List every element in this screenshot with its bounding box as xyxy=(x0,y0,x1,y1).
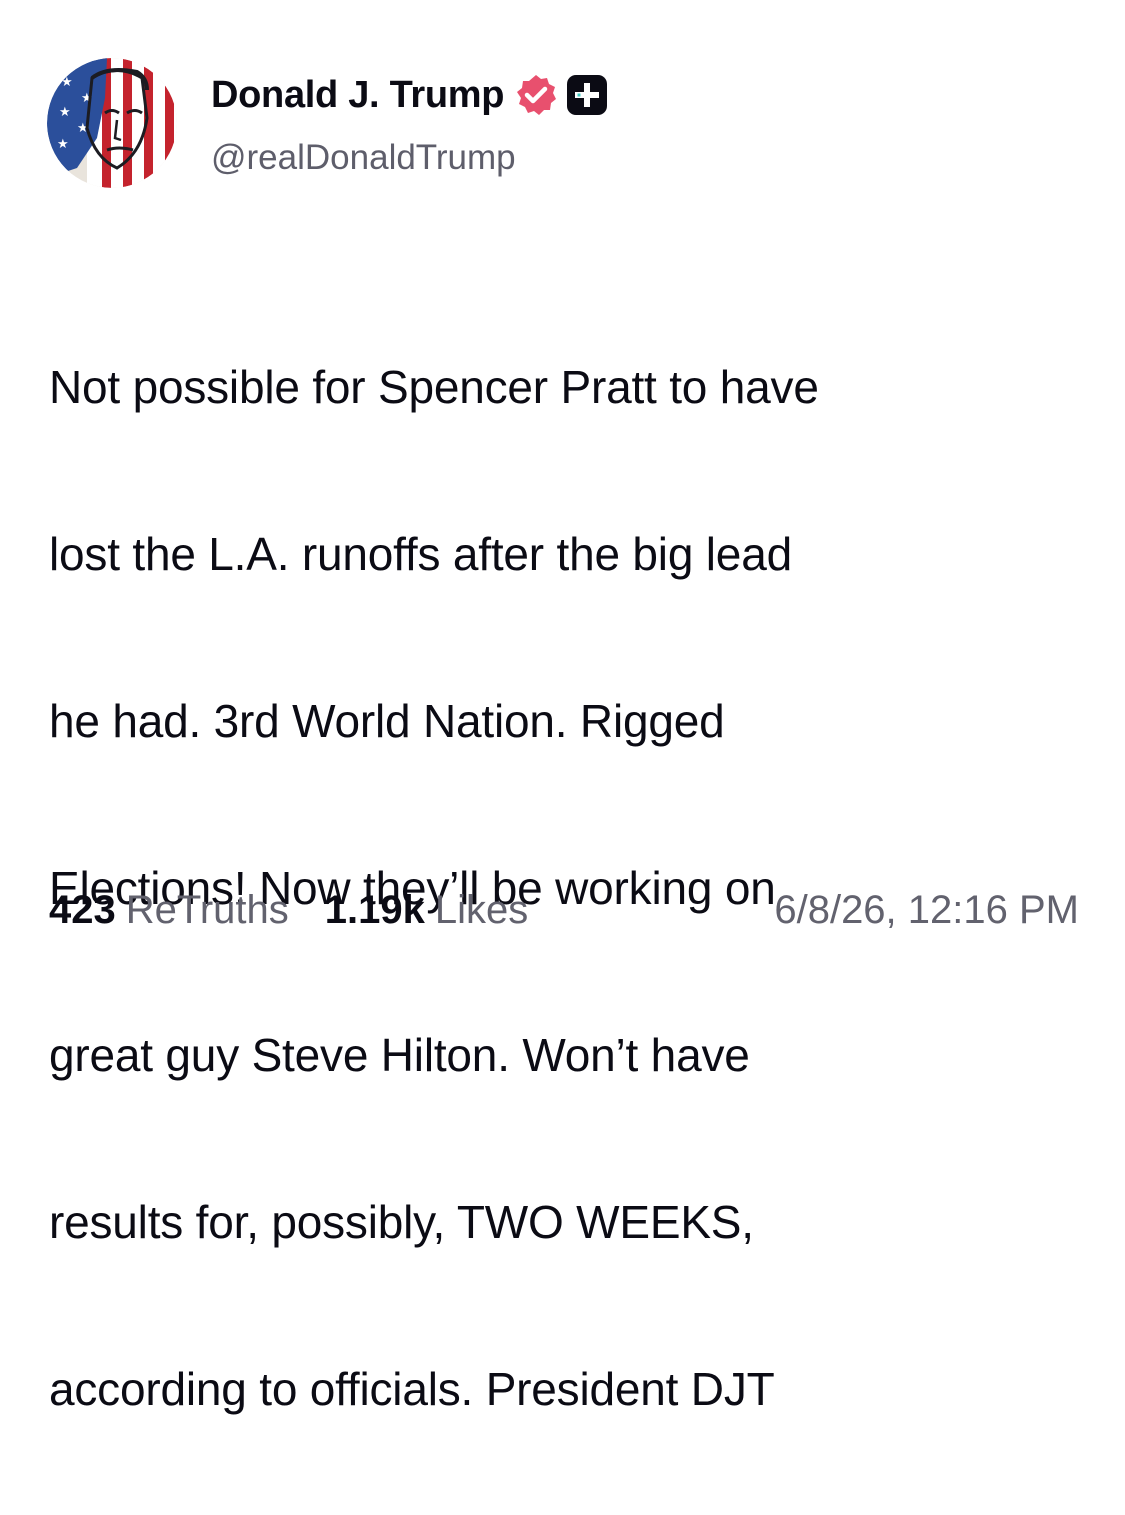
post-line: Not possible for Spencer Pratt to have xyxy=(49,360,819,413)
retruths-label: ReTruths xyxy=(125,887,289,932)
avatar[interactable]: ★ ★ ★ ★ ★ xyxy=(47,58,177,188)
svg-text:★: ★ xyxy=(57,137,69,152)
author-name-row: Donald J. Trump xyxy=(211,70,608,120)
plus-badge-icon xyxy=(566,74,608,116)
post-line: results for, possibly, TWO WEEKS, xyxy=(49,1195,754,1248)
post-stats: 423 ReTruths 1.19k Likes 6/8/26, 12:16 P… xyxy=(49,880,1079,940)
retruths-stat[interactable]: 423 ReTruths xyxy=(49,888,289,933)
post-line: according to officials. President DJT xyxy=(49,1362,775,1415)
post-timestamp[interactable]: 6/8/26, 12:16 PM xyxy=(774,888,1079,933)
likes-stat[interactable]: 1.19k Likes xyxy=(325,888,529,933)
svg-text:★: ★ xyxy=(59,105,71,120)
likes-count: 1.19k xyxy=(324,887,425,932)
likes-label: Likes xyxy=(434,887,529,932)
retruths-count: 423 xyxy=(49,887,116,932)
post-line: he had. 3rd World Nation. Rigged xyxy=(49,694,725,747)
author-display-name[interactable]: Donald J. Trump xyxy=(211,74,505,117)
post-line: great guy Steve Hilton. Won’t have xyxy=(49,1028,750,1081)
svg-text:★: ★ xyxy=(61,75,73,90)
author-handle[interactable]: @realDonaldTrump xyxy=(211,138,516,178)
verified-badge-icon xyxy=(514,73,558,117)
post-card: ★ ★ ★ ★ ★ Donald J. Trump @realDonaldTru… xyxy=(0,0,1125,1415)
avatar-image: ★ ★ ★ ★ ★ xyxy=(47,58,177,188)
post-line: lost the L.A. runoffs after the big lead xyxy=(49,527,792,580)
